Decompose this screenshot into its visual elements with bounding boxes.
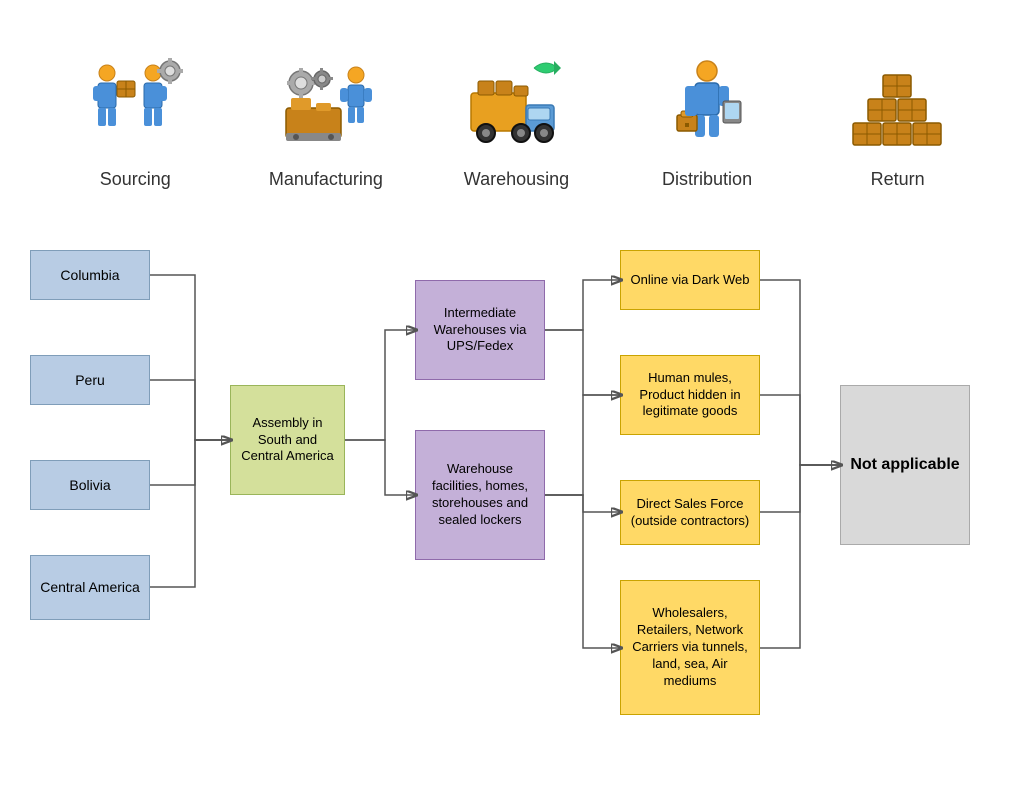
sourcing-icon bbox=[75, 43, 195, 163]
header-row: Sourcing bbox=[0, 0, 1033, 200]
warehousing-label: Warehousing bbox=[464, 169, 569, 190]
node-online-dark-web: Online via Dark Web bbox=[620, 250, 760, 310]
node-wholesalers: Wholesalers, Retailers, Network Carriers… bbox=[620, 580, 760, 715]
node-direct-sales: Direct Sales Force (outside contractors) bbox=[620, 480, 760, 545]
header-return: Return bbox=[818, 43, 978, 190]
diagram-area: Columbia Peru Bolivia Central America As… bbox=[0, 200, 1033, 791]
header-sourcing: Sourcing bbox=[55, 43, 215, 190]
return-icon bbox=[838, 43, 958, 163]
manufacturing-icon bbox=[266, 43, 386, 163]
node-warehouse-facilities: Warehouse facilities, homes, storehouses… bbox=[415, 430, 545, 560]
manufacturing-label: Manufacturing bbox=[269, 169, 383, 190]
node-peru: Peru bbox=[30, 355, 150, 405]
node-bolivia: Bolivia bbox=[30, 460, 150, 510]
sourcing-label: Sourcing bbox=[100, 169, 171, 190]
node-columbia: Columbia bbox=[30, 250, 150, 300]
node-human-mules: Human mules, Product hidden in legitimat… bbox=[620, 355, 760, 435]
node-intermediate-warehouses: Intermediate Warehouses via UPS/Fedex bbox=[415, 280, 545, 380]
node-not-applicable: Not applicable bbox=[840, 385, 970, 545]
node-central-america: Central America bbox=[30, 555, 150, 620]
header-distribution: Distribution bbox=[627, 43, 787, 190]
distribution-icon bbox=[647, 43, 767, 163]
node-assembly: Assembly in South and Central America bbox=[230, 385, 345, 495]
warehousing-icon bbox=[456, 43, 576, 163]
distribution-label: Distribution bbox=[662, 169, 752, 190]
header-warehousing: Warehousing bbox=[436, 43, 596, 190]
return-label: Return bbox=[871, 169, 925, 190]
header-manufacturing: Manufacturing bbox=[246, 43, 406, 190]
